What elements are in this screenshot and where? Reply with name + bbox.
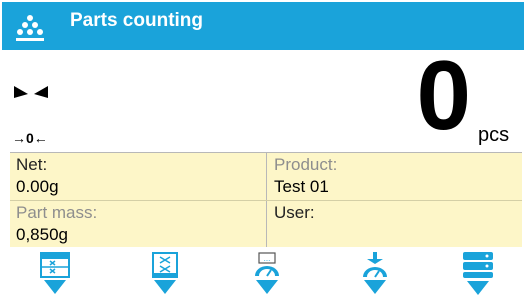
tare-scale-icon — [363, 252, 387, 294]
info-panel: Net: 0.00g Product: Test 01 Part mass: 0… — [10, 152, 522, 247]
part-mass-value: 0,850g — [16, 225, 68, 244]
sample-quantity-button[interactable] — [35, 250, 75, 298]
stability-marker-icon — [14, 86, 48, 98]
part-mass-entry-button[interactable] — [145, 250, 185, 298]
database-button[interactable] — [458, 250, 498, 298]
product-value: Test 01 — [274, 177, 329, 196]
weigh-sample-button[interactable]: ... — [247, 250, 287, 298]
sample-grid-icon — [40, 252, 70, 294]
count-value: 0 — [416, 40, 470, 150]
bottom-toolbar: ... — [0, 250, 526, 300]
weight-display: →0← 0 pcs — [0, 46, 526, 152]
product-label: Product: — [274, 155, 338, 174]
net-field: Net: 0.00g — [10, 153, 264, 199]
net-label: Net: — [16, 155, 48, 174]
tare-button[interactable] — [355, 250, 395, 298]
count-unit: pcs — [478, 124, 510, 146]
part-mass-field: Part mass: 0,850g — [10, 201, 264, 247]
svg-text:...: ... — [264, 255, 271, 263]
user-field: User: — [268, 201, 522, 247]
weighing-scale-icon: ... — [255, 252, 279, 294]
net-value: 0.00g — [16, 177, 59, 196]
zero-indicator: →0← — [12, 130, 48, 146]
product-field: Product: Test 01 — [268, 153, 522, 199]
page-title: Parts counting — [70, 10, 204, 31]
part-mass-icon — [152, 252, 178, 294]
database-icon — [463, 252, 493, 295]
user-label: User: — [274, 203, 315, 222]
part-mass-label: Part mass: — [16, 203, 98, 222]
parts-counting-icon — [16, 15, 44, 41]
